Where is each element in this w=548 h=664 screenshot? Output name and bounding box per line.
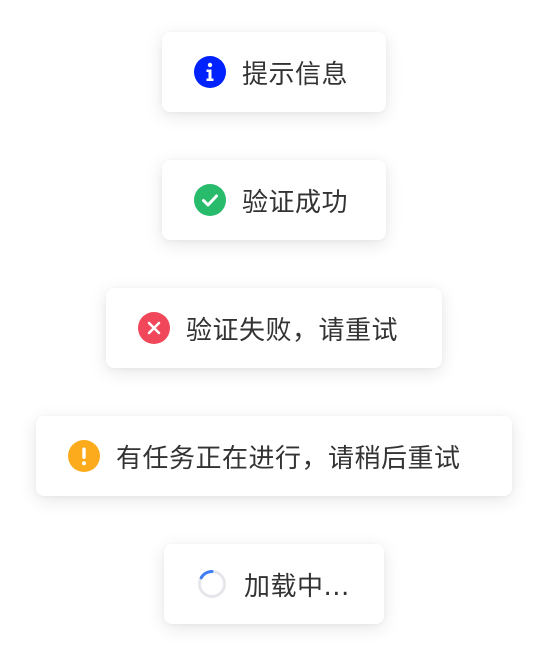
toast-message: 验证成功 (242, 187, 349, 218)
toast-message: 有任务正在进行，请稍后重试 (116, 443, 461, 474)
toast-error: 验证失败，请重试 (106, 288, 442, 368)
toast-message: 提示信息 (242, 59, 349, 90)
toast-info: 提示信息 (162, 32, 386, 112)
info-icon (194, 56, 226, 88)
toast-success: 验证成功 (162, 160, 386, 240)
close-circle-icon (138, 312, 170, 344)
toast-message: 验证失败，请重试 (186, 315, 399, 346)
toast-loading: 加载中... (164, 544, 384, 624)
loading-spinner-icon (196, 568, 228, 600)
toast-message: 加载中... (244, 571, 350, 602)
exclamation-circle-icon (68, 440, 100, 472)
check-circle-icon (194, 184, 226, 216)
toast-warning: 有任务正在进行，请稍后重试 (36, 416, 512, 496)
